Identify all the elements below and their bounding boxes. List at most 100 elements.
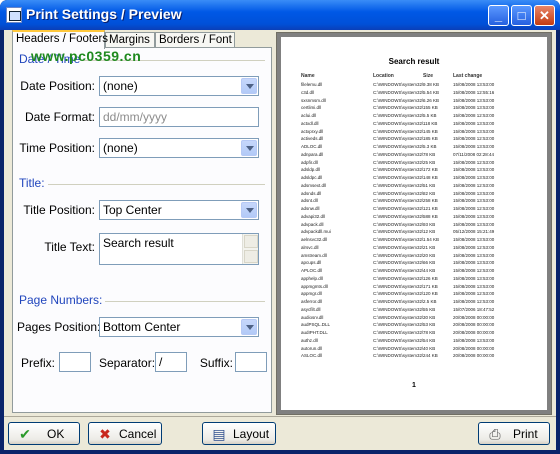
preview-cell: 20/08/2008 00:00:00 bbox=[453, 330, 495, 335]
cancel-button[interactable]: ✖ Cancel bbox=[88, 422, 162, 445]
preview-cell: 15/08/2008 13:53:00 bbox=[453, 175, 495, 180]
preview-cell: adsnt.dll bbox=[301, 198, 318, 204]
preview-cell: 5.5 KB bbox=[423, 113, 437, 118]
preview-cell: C:\WINDOWS\system32\ bbox=[373, 213, 424, 219]
layout-button[interactable]: ▤ Layout bbox=[202, 422, 276, 445]
preview-cell: 20 KB bbox=[423, 252, 436, 258]
preview-cell: C:\WINDOWS\system32\ bbox=[373, 252, 424, 258]
preview-row: filelemu.dll C:\WINDOWS\system32\ 9.38 KB 1… bbox=[281, 82, 547, 88]
title-section-label: Title: bbox=[19, 176, 48, 190]
preview-cell: 15/08/2008 12:53:00 bbox=[453, 268, 495, 273]
preview-row: adnpara.dll C:\WINDOWS\system32\ 78 KB 07/1… bbox=[281, 152, 547, 158]
preview-page-number: 1 bbox=[412, 382, 416, 389]
preview-cell: 55 KB bbox=[423, 306, 436, 312]
time-position-combo[interactable]: (none) bbox=[99, 138, 259, 158]
preview-cell: asycfilt.dll bbox=[301, 306, 321, 312]
preview-cell: C:\WINDOWS\system32\ bbox=[373, 260, 424, 266]
title-text-value: Search result bbox=[103, 236, 174, 250]
preview-cell: 15/08/2008 12:53:00 bbox=[453, 206, 495, 211]
date-format-field[interactable]: dd/mm/yyyy bbox=[99, 107, 259, 127]
preview-row: appmgr.dll C:\WINDOWS\system32\ 120 KB 15/0… bbox=[281, 291, 547, 297]
ok-button[interactable]: ✔ OK bbox=[8, 422, 80, 445]
date-position-combo[interactable]: (none) bbox=[99, 76, 259, 96]
preview-cell: 15/08/2008 13:53:00 bbox=[453, 337, 495, 343]
preview-cell: amstream.dll bbox=[301, 252, 327, 258]
preview-cell: 15/08/2008 13:53:00 bbox=[453, 167, 495, 173]
preview-row: adsnw.dll C:\WINDOWS\system32\ 121 KB 15/08… bbox=[281, 206, 547, 212]
chevron-down-icon[interactable] bbox=[241, 319, 257, 335]
preview-cell: 15/08/2008 13:53:00 bbox=[453, 190, 495, 196]
preview-cell: asferror.dll bbox=[301, 299, 323, 304]
preview-cell: audIPHT.DLL bbox=[301, 330, 328, 335]
scroll-up-icon[interactable] bbox=[244, 235, 258, 248]
preview-row: asferror.dll C:\WINDOWS\system32\ 2.5 KB 15… bbox=[281, 299, 547, 305]
divider bbox=[4, 416, 556, 417]
preview-cell: 30 KB bbox=[423, 314, 436, 320]
scroll-down-icon[interactable] bbox=[244, 250, 258, 263]
chevron-down-icon[interactable] bbox=[241, 202, 257, 218]
title-position-combo[interactable]: Top Center bbox=[99, 200, 259, 220]
preview-cell: 15/08/2008 13:53:00 bbox=[453, 221, 495, 227]
print-button[interactable]: ⎙ Print bbox=[478, 422, 550, 445]
preview-cell: 51 KB bbox=[423, 182, 436, 188]
layout-label: Layout bbox=[233, 427, 270, 441]
preview-cell: 2.5 KB bbox=[423, 299, 437, 304]
preview-row: autorun.dll C:\WINDOWS\system32\ 40 KB 20/0… bbox=[281, 346, 547, 352]
preview-cell: 40 KB bbox=[423, 345, 436, 351]
tab-borders-font[interactable]: Borders / Font bbox=[155, 32, 235, 48]
preview-cell: ADLOC.dll bbox=[301, 144, 323, 149]
title-text-field[interactable]: Search result bbox=[99, 233, 259, 265]
preview-cell: C:\WINDOWS\system32\ bbox=[373, 89, 424, 95]
preview-cell: advpack.dll bbox=[301, 221, 324, 227]
preview-cell: 15/08/2008 13:53:00 bbox=[453, 97, 495, 103]
print-preview[interactable]: Search result Name Location Size Last ch… bbox=[276, 32, 552, 415]
preview-cell: advapi32.dll bbox=[301, 213, 326, 219]
preview-row: ASLOC.dll C:\WINDOWS\system32\ 244 KB 20/08… bbox=[281, 353, 547, 359]
preview-cell: 07/11/2008 02:28:44 bbox=[453, 151, 494, 157]
preview-cell: APLOC.dll bbox=[301, 268, 323, 273]
maximize-button[interactable]: □ bbox=[511, 5, 532, 26]
preview-row: adsnt.dll C:\WINDOWS\system32\ 258 KB 15/08… bbox=[281, 198, 547, 204]
chevron-down-icon[interactable] bbox=[241, 140, 257, 156]
preview-cell: 15/07/2006 18:47:52 bbox=[453, 306, 495, 312]
page-numbers-section: Page Numbers: bbox=[19, 293, 265, 307]
close-button[interactable]: ✕ bbox=[534, 5, 555, 26]
preview-cell: C:\WINDOWS\system32\ bbox=[373, 314, 424, 320]
preview-cell: C:\WINDOWS\system32\ bbox=[373, 198, 424, 204]
preview-cell: 9.38 KB bbox=[423, 82, 440, 87]
prefix-field[interactable] bbox=[59, 352, 91, 372]
preview-cell: C:\WINDOWS\system32\ bbox=[373, 182, 424, 188]
pages-position-combo[interactable]: Bottom Center bbox=[99, 317, 259, 337]
scrollbar[interactable] bbox=[242, 234, 258, 264]
suffix-field[interactable] bbox=[235, 352, 267, 372]
print-label: Print bbox=[513, 427, 538, 441]
tab-margins[interactable]: Margins bbox=[105, 32, 155, 48]
preview-cell: ASLOC.dll bbox=[301, 353, 323, 359]
preview-cell: C:\WINDOWS\system32\ bbox=[373, 275, 424, 281]
time-position-value: (none) bbox=[103, 141, 138, 155]
preview-cell: C:\WINDOWS\system32\ bbox=[373, 206, 424, 211]
preview-row: advapi32.dll C:\WINDOWS\system32\ 588 KB 15… bbox=[281, 214, 547, 220]
preview-cell: 244 KB bbox=[423, 353, 438, 359]
preview-cell: apphelp.dll bbox=[301, 275, 323, 281]
preview-cell: actxdl.dll bbox=[301, 120, 319, 126]
preview-cell: 15/08/2008 12:53:00 bbox=[453, 299, 495, 304]
preview-cell: 15/08/2008 13:53:00 bbox=[453, 237, 495, 242]
tab-headers-footers[interactable]: Headers / Footers bbox=[12, 30, 108, 49]
preview-cell: C:\WINDOWS\system32\ bbox=[373, 283, 424, 289]
title-section: Title: bbox=[19, 176, 265, 190]
preview-cell: 05/12/2008 15:21:49 bbox=[453, 229, 495, 235]
x-icon: ✖ bbox=[99, 426, 111, 442]
preview-cell: C:\WINDOWS\system32\ bbox=[373, 120, 424, 126]
preview-cell: 20/08/2008 00:00:00 bbox=[453, 314, 495, 320]
chevron-down-icon[interactable] bbox=[241, 78, 257, 94]
preview-cell: 15/08/2008 13:53:00 bbox=[453, 283, 495, 289]
preview-cell: C:\WINDOWS\system32\ bbox=[373, 97, 424, 103]
preview-cell: c3d.dll bbox=[301, 89, 315, 95]
separator-field[interactable]: / bbox=[155, 352, 187, 372]
preview-cell: aclui.dll bbox=[301, 113, 317, 118]
preview-cell: C:\WINDOWS\system32\ bbox=[373, 221, 424, 227]
separator-label: Separator: bbox=[99, 356, 156, 370]
preview-title: Search result bbox=[388, 57, 440, 66]
minimize-button[interactable]: _ bbox=[488, 5, 509, 26]
